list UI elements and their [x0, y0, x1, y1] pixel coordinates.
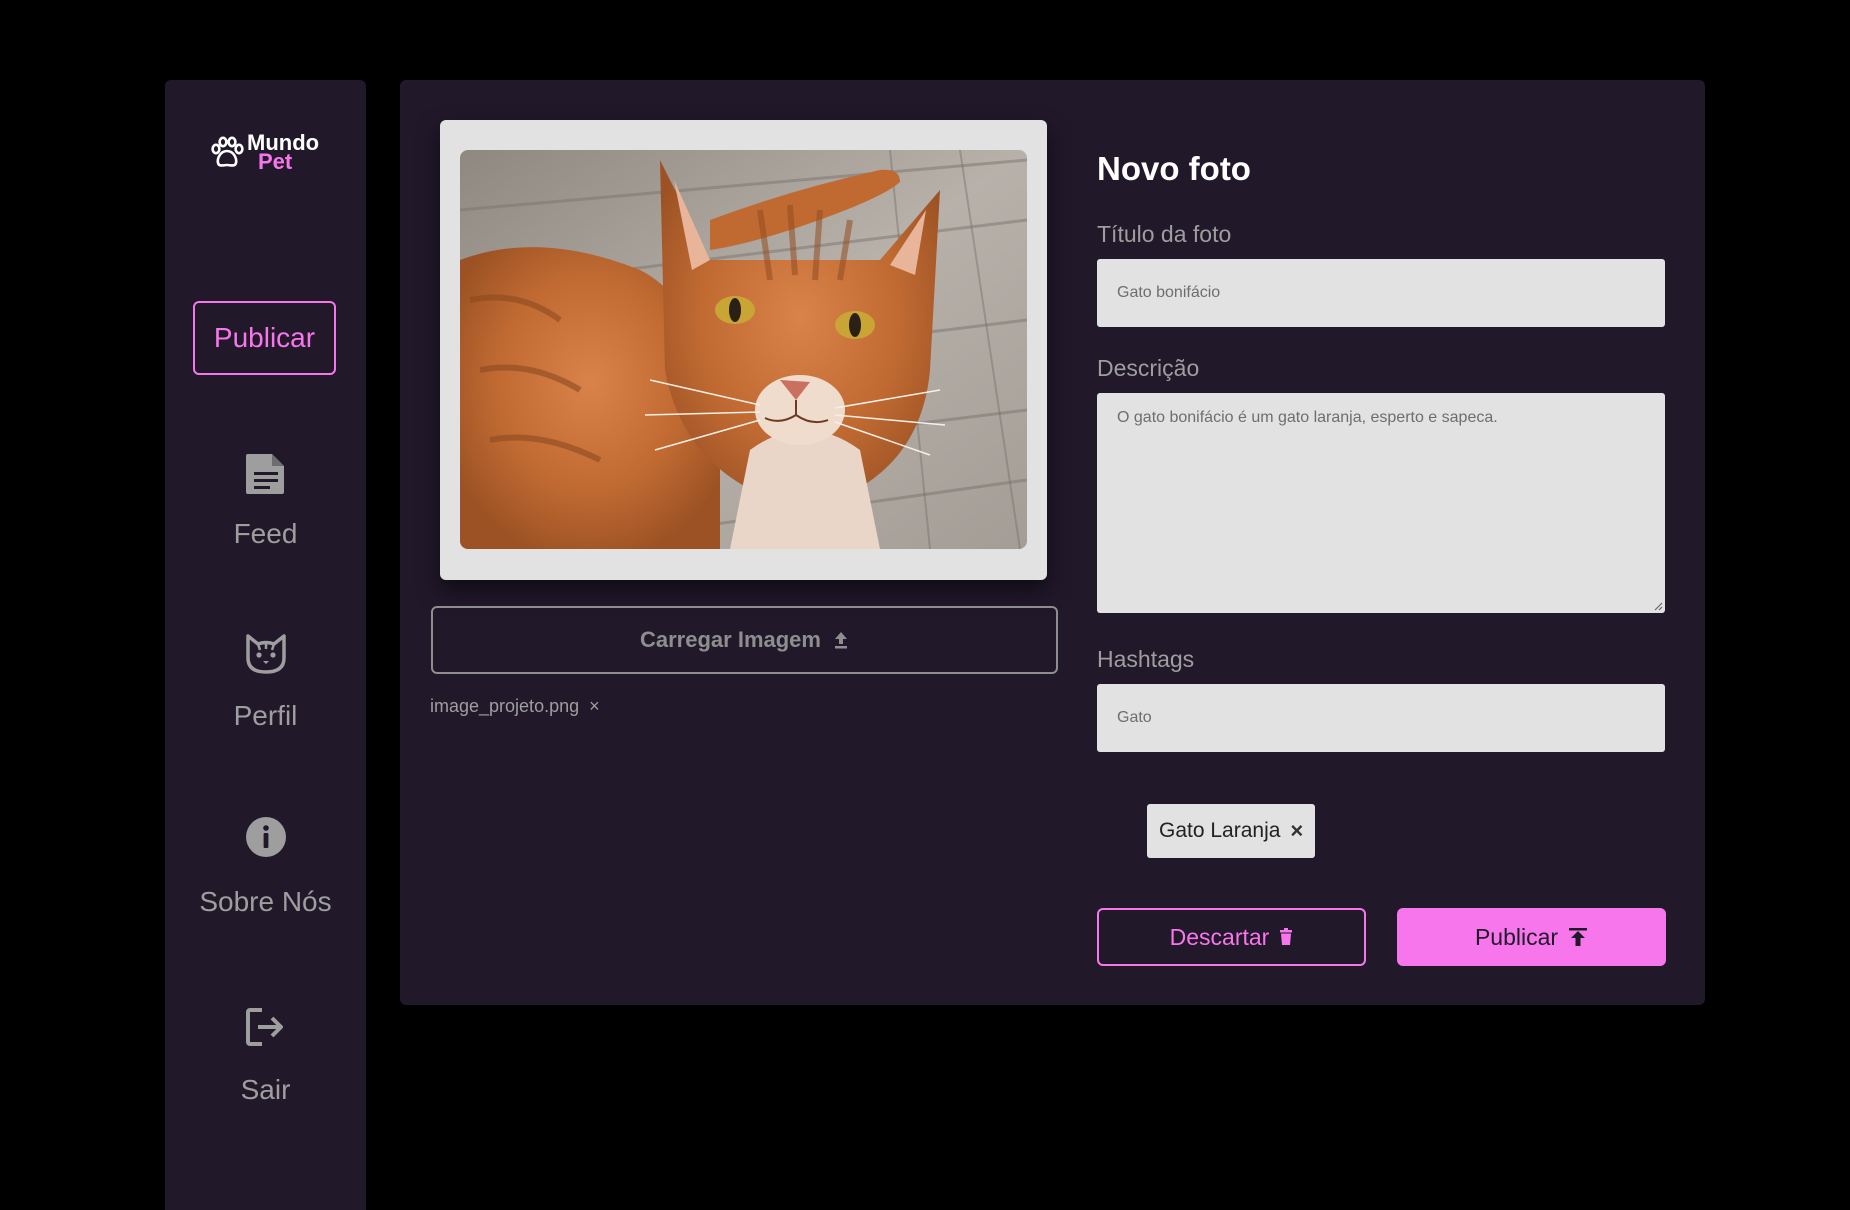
cat-photo [460, 150, 1027, 549]
upload-button-label: Carregar Imagem [640, 627, 821, 652]
description-textarea[interactable]: O gato bonifácio é um gato laranja, espe… [1097, 393, 1665, 613]
image-preview-frame [440, 120, 1047, 580]
logo[interactable]: Mundo Pet [209, 130, 329, 174]
paw-icon [211, 136, 244, 167]
sidebar: Mundo Pet Publicar Feed Perfil Sobre Nós… [165, 80, 366, 1210]
page-title: Novo foto [1097, 150, 1251, 187]
publish-icon [1569, 928, 1588, 946]
document-icon [245, 454, 284, 494]
discard-button[interactable]: Descartar [1097, 908, 1366, 966]
sidebar-item-label: Sobre Nós [199, 886, 332, 917]
hashtags-label: Hashtags [1097, 646, 1195, 672]
logo-text: Mundo Pet [247, 132, 319, 173]
trash-icon [1280, 928, 1293, 945]
title-label: Título da foto [1097, 221, 1232, 247]
sidebar-publish-button[interactable]: Publicar [193, 301, 336, 375]
hashtags-input[interactable]: Gato [1097, 684, 1665, 752]
sidebar-item-feed[interactable]: Feed [165, 450, 366, 550]
selected-file: image_projeto.png × [430, 696, 600, 717]
upload-image-button[interactable]: Carregar Imagem [431, 606, 1058, 674]
publish-label: Publicar [1474, 923, 1559, 950]
sidebar-item-label: Perfil [233, 700, 298, 731]
description-text: O gato bonifácio é um gato laranja, espe… [1117, 409, 1498, 426]
remove-hashtag-icon[interactable]: × [1290, 818, 1303, 844]
hashtag-chip: Gato Laranja × [1147, 804, 1316, 858]
new-photo-card: Carregar Imagem image_projeto.png × Novo… [400, 80, 1705, 1005]
sidebar-item-sobre-nos[interactable]: Sobre Nós [165, 816, 366, 918]
hashtag-chip-label: Gato Laranja [1159, 819, 1281, 842]
info-icon [245, 817, 286, 857]
sidebar-item-sair[interactable]: Sair [165, 1006, 366, 1106]
cat-face-icon [245, 634, 286, 674]
resize-handle-icon[interactable] [1653, 601, 1663, 611]
description-label: Descrição [1097, 355, 1200, 381]
upload-icon [834, 632, 847, 649]
logout-icon [245, 1008, 283, 1046]
publish-button[interactable]: Publicar [1397, 908, 1666, 966]
title-input[interactable]: Gato bonifácio [1097, 259, 1665, 327]
sidebar-item-perfil[interactable]: Perfil [165, 632, 366, 732]
remove-file-icon[interactable]: × [589, 696, 600, 717]
discard-label: Descartar [1169, 923, 1270, 950]
sidebar-item-label: Feed [233, 518, 298, 549]
filename-text: image_projeto.png [430, 696, 580, 716]
sidebar-item-label: Sair [240, 1074, 291, 1105]
